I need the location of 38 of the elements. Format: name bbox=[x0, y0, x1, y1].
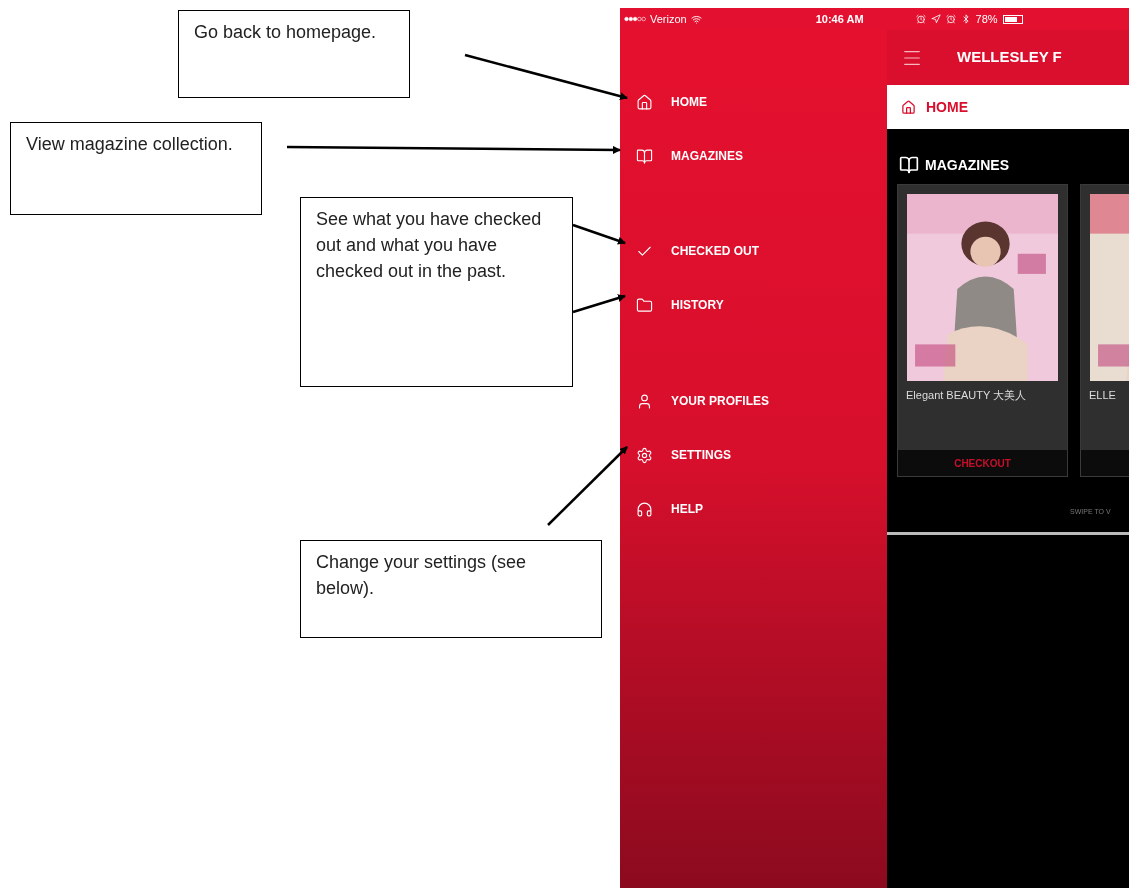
callout-box: Go back to homepage. bbox=[178, 10, 410, 98]
battery-icon bbox=[1002, 14, 1023, 24]
callout-box: Change your settings (see below). bbox=[300, 540, 602, 638]
alarm-icon bbox=[945, 14, 956, 24]
magazine-icon bbox=[636, 147, 653, 165]
menu-item[interactable]: CHECKED OUT bbox=[636, 239, 871, 263]
wifi-icon bbox=[690, 13, 702, 25]
breadcrumb-label: HOME bbox=[926, 97, 968, 117]
battery-percent: 78% bbox=[975, 11, 998, 27]
arrow bbox=[572, 294, 626, 314]
menu-item[interactable]: YOUR PROFILES bbox=[636, 389, 871, 413]
menu-item[interactable]: HISTORY bbox=[636, 293, 871, 317]
callout-box: View magazine collection. bbox=[10, 122, 262, 215]
app-title: WELLESLEY F bbox=[957, 47, 1062, 68]
home-icon bbox=[636, 93, 653, 111]
magazine-title: Elegant BEAUTY 大美人 bbox=[906, 389, 1028, 403]
magazine-icon bbox=[899, 155, 919, 175]
magazine-title: ELLE bbox=[1089, 389, 1117, 403]
menu-item[interactable]: SETTINGS bbox=[636, 443, 871, 467]
clock: 10:46 AM bbox=[815, 11, 864, 27]
section-title: MAGAZINES bbox=[925, 155, 1009, 175]
user-icon bbox=[636, 392, 653, 410]
arrow bbox=[572, 223, 626, 245]
menu-item[interactable]: HELP bbox=[636, 497, 871, 521]
settings-icon bbox=[636, 446, 653, 464]
signal-icon bbox=[624, 16, 646, 22]
headset-icon bbox=[636, 500, 653, 518]
magazine-card[interactable]: ELLE bbox=[1080, 184, 1129, 477]
checkout-button[interactable]: CHECKOUT bbox=[954, 455, 1011, 471]
menu-item[interactable]: MAGAZINES bbox=[636, 144, 871, 168]
magazine-card[interactable]: Elegant BEAUTY 大美人 CHECKOUT bbox=[897, 184, 1068, 477]
carrier-label: Verizon bbox=[650, 11, 687, 27]
home-icon bbox=[901, 99, 916, 115]
bluetooth-icon bbox=[960, 14, 971, 24]
menu-item[interactable]: HOME bbox=[636, 90, 871, 114]
folder-icon bbox=[636, 296, 653, 314]
location-icon bbox=[930, 14, 941, 24]
callout-box: See what you have checked out and what you have checked out in the past. bbox=[300, 197, 573, 387]
